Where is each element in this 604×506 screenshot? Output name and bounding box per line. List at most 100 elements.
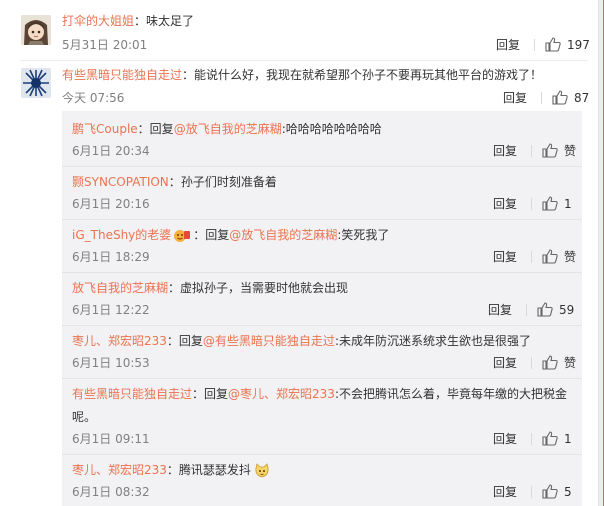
username-link[interactable]: 放飞自我的芝麻糊 xyxy=(72,281,168,295)
divider xyxy=(531,197,533,210)
divider xyxy=(531,432,533,445)
reply-button[interactable]: 回复 xyxy=(493,248,517,265)
reply-line: 颢SYNCOPATION：孙子们时刻准备着 xyxy=(72,173,277,190)
reply-button[interactable]: 回复 xyxy=(496,36,520,53)
reply-button[interactable]: 回复 xyxy=(503,89,527,106)
timestamp: 6月1日 10:53 xyxy=(72,356,150,370)
comment-actions: 回复 87 xyxy=(503,89,589,106)
timestamp: 6月1日 18:29 xyxy=(72,250,150,264)
divider xyxy=(20,60,588,61)
mention-link[interactable]: @有些黑暗只能独自走过 xyxy=(203,334,335,348)
thumbs-up-icon xyxy=(542,431,558,446)
like-button[interactable]: 赞 xyxy=(542,354,576,371)
mention-link[interactable]: @放飞自我的芝麻糊 xyxy=(229,228,337,242)
like-button[interactable]: 197 xyxy=(545,37,590,52)
reply-button[interactable]: 回复 xyxy=(493,142,517,159)
reply-actions: 回复 5 xyxy=(493,483,572,500)
separator: ：回复 xyxy=(193,228,230,242)
reply-actions: 回复 1 xyxy=(493,195,572,212)
divider xyxy=(62,166,582,167)
reply-button[interactable]: 回复 xyxy=(493,483,517,500)
reply-line: 鹏飞Couple：回复@放飞自我的芝麻糊:哈哈哈哈哈哈哈哈 xyxy=(72,120,382,137)
like-button[interactable]: 1 xyxy=(542,431,572,446)
like-button[interactable]: 赞 xyxy=(542,142,576,159)
username-link[interactable]: 有些黑暗只能独自走过 xyxy=(62,68,182,82)
like-count: 赞 xyxy=(564,144,577,158)
reply-actions: 回复 赞 xyxy=(493,248,576,265)
reply-text: :哈哈哈哈哈哈哈哈 xyxy=(281,122,382,136)
like-count: 1 xyxy=(564,431,572,446)
username-link[interactable]: 枣儿、郑宏昭233 xyxy=(72,334,167,348)
divider xyxy=(534,38,536,51)
like-count: 1 xyxy=(564,196,572,211)
reply-line: 放飞自我的芝麻糊：虚拟孙子，当需要时他就会出现 xyxy=(72,279,348,296)
reply-button[interactable]: 回复 xyxy=(488,301,512,318)
like-button[interactable]: 87 xyxy=(552,90,589,105)
separator: ： xyxy=(166,463,179,477)
reply-actions: 回复 赞 xyxy=(493,142,576,159)
thumbs-up-icon xyxy=(537,302,553,317)
reply-actions: 回复 赞 xyxy=(493,354,576,371)
username-link[interactable]: 打伞的大姐姐 xyxy=(62,14,134,28)
reply-line: iG_TheShy的老婆 ：回复@放飞自我的芝麻糊:笑死我了 xyxy=(72,226,389,243)
reply-line-continued: 呢。 xyxy=(72,410,97,424)
thumbs-up-icon xyxy=(545,37,561,52)
username-link[interactable]: iG_TheShy的老婆 xyxy=(72,228,171,242)
reply-line: 有些黑暗只能独自走过：回复@枣儿、郑宏昭233:不会把腾讯怎么着，毕竟每年缴的大… xyxy=(72,385,567,402)
divider xyxy=(62,325,582,326)
avatar[interactable] xyxy=(21,15,51,45)
timestamp: 6月1日 12:22 xyxy=(72,303,150,317)
reply-text: 腾讯瑟瑟发抖 xyxy=(178,463,251,477)
thumbs-up-icon xyxy=(552,90,568,105)
like-button[interactable]: 59 xyxy=(537,302,574,317)
timestamp: 5月31日 20:01 xyxy=(62,38,148,52)
reply-button[interactable]: 回复 xyxy=(493,195,517,212)
like-button[interactable]: 赞 xyxy=(542,248,576,265)
divider xyxy=(531,485,533,498)
divider xyxy=(531,144,533,157)
scrollbar[interactable] xyxy=(598,0,604,506)
separator: ： xyxy=(168,175,181,189)
avatar[interactable] xyxy=(21,68,51,98)
divider xyxy=(541,91,543,104)
reply-button[interactable]: 回复 xyxy=(493,430,517,447)
username-link[interactable]: 颢SYNCOPATION xyxy=(72,175,169,189)
comment-text: 味太足了 xyxy=(146,14,195,28)
reply-text: 虚拟孙子，当需要时他就会出现 xyxy=(180,281,349,295)
reply-actions: 回复 1 xyxy=(493,430,572,447)
divider xyxy=(531,356,533,369)
username-link[interactable]: 有些黑暗只能独自走过 xyxy=(72,387,192,401)
timestamp: 6月1日 20:34 xyxy=(72,144,150,158)
reply-line: 枣儿、郑宏昭233：回复@有些黑暗只能独自走过:未成年防沉迷系统求生欲也是很强了 xyxy=(72,332,531,349)
like-count: 赞 xyxy=(564,250,577,264)
reply-text: :不会把腾讯怎么着，毕竟每年缴的大把税金 xyxy=(334,387,567,401)
mention-link[interactable]: @放飞自我的芝麻糊 xyxy=(174,122,282,136)
username-link[interactable]: 枣儿、郑宏昭233 xyxy=(72,463,167,477)
reply-text: :笑死我了 xyxy=(337,228,390,242)
reply-line: 枣儿、郑宏昭233：腾讯瑟瑟发抖 xyxy=(72,461,270,479)
separator: ： xyxy=(182,68,195,82)
like-button[interactable]: 1 xyxy=(542,196,572,211)
cat-face-emoji-icon xyxy=(255,462,269,477)
timestamp: 今天 07:56 xyxy=(62,91,125,105)
username-link[interactable]: 鹏飞Couple xyxy=(72,122,138,136)
divider xyxy=(62,272,582,273)
anime-girl-avatar-icon xyxy=(21,15,51,45)
reply-button[interactable]: 回复 xyxy=(493,354,517,371)
thumbs-up-icon xyxy=(542,196,558,211)
mention-link[interactable]: @枣儿、郑宏昭233 xyxy=(228,387,335,401)
divider xyxy=(62,378,582,379)
like-count: 赞 xyxy=(564,356,577,370)
blue-star-avatar-icon xyxy=(21,68,51,98)
separator: ： xyxy=(168,281,181,295)
like-count: 197 xyxy=(567,37,590,52)
like-count: 87 xyxy=(574,90,590,105)
reply-text: :未成年防沉迷系统求生欲也是很强了 xyxy=(334,334,531,348)
timestamp: 6月1日 09:11 xyxy=(72,432,150,446)
like-button[interactable]: 5 xyxy=(542,484,572,499)
badge-emoji-icon xyxy=(174,229,191,242)
thumbs-up-icon xyxy=(542,484,558,499)
separator: ：回复 xyxy=(192,387,229,401)
thumbs-up-icon xyxy=(542,143,558,158)
divider xyxy=(62,219,582,220)
